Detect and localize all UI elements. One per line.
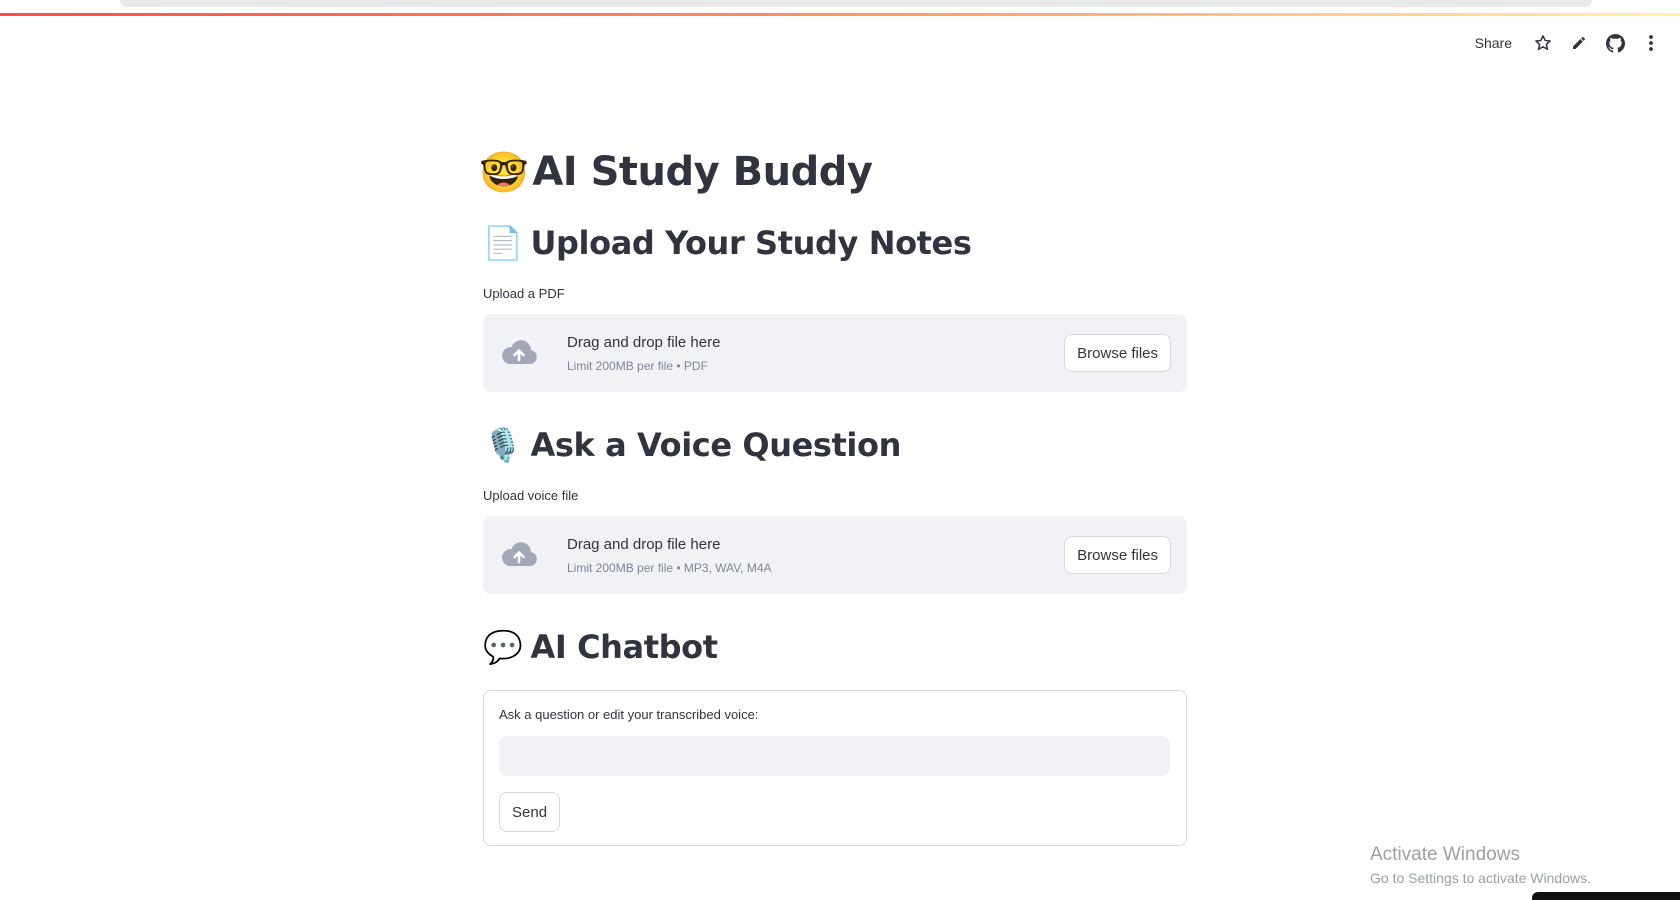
voice-browse-files-button[interactable]: Browse files xyxy=(1064,536,1171,574)
voice-file-dropzone[interactable]: Drag and drop file here Limit 200MB per … xyxy=(483,516,1187,594)
cloud-upload-icon xyxy=(502,542,537,566)
microphone-icon: 🎙️ xyxy=(483,426,523,464)
pdf-section-heading-text: Upload Your Study Notes xyxy=(530,224,972,262)
pdf-uploader-label: Upload a PDF xyxy=(483,286,565,301)
pdf-browse-files-button[interactable]: Browse files xyxy=(1064,334,1171,372)
taskbar-corner xyxy=(1532,892,1680,900)
send-button[interactable]: Send xyxy=(499,792,561,832)
github-icon[interactable] xyxy=(1600,30,1630,56)
browser-top-strip xyxy=(0,0,1680,16)
watermark-subtitle: Go to Settings to activate Windows. xyxy=(1370,870,1591,886)
star-icon[interactable] xyxy=(1528,30,1558,56)
app-toolbar: Share xyxy=(1465,30,1666,56)
chat-section-heading-text: AI Chatbot xyxy=(530,628,718,666)
pencil-icon[interactable] xyxy=(1564,30,1594,56)
page-title-text: AI Study Buddy xyxy=(532,149,873,195)
chat-section-heading: 💬 AI Chatbot xyxy=(483,622,1187,672)
chat-form: Ask a question or edit your transcribed … xyxy=(483,690,1187,846)
voice-section-heading: 🎙️ Ask a Voice Question xyxy=(483,420,1187,470)
main-content: 🤓 AI Study Buddy 📄 Upload Your Study Not… xyxy=(479,140,1187,846)
address-bar-remnant xyxy=(120,0,1592,7)
voice-limit-text: Limit 200MB per file • MP3, WAV, M4A xyxy=(567,560,772,575)
document-icon: 📄 xyxy=(483,224,523,262)
cloud-upload-icon xyxy=(502,340,537,364)
app-decoration-bar xyxy=(0,13,1680,16)
watermark-title: Activate Windows xyxy=(1370,844,1520,865)
pdf-limit-text: Limit 200MB per file • PDF xyxy=(567,358,708,373)
share-button[interactable]: Share xyxy=(1465,31,1522,55)
pdf-drop-text: Drag and drop file here xyxy=(567,333,721,351)
page-title: 🤓 AI Study Buddy xyxy=(479,140,1187,204)
voice-drop-text: Drag and drop file here xyxy=(567,535,721,553)
chat-question-input[interactable] xyxy=(499,736,1170,776)
pdf-file-dropzone[interactable]: Drag and drop file here Limit 200MB per … xyxy=(483,314,1187,392)
voice-section-heading-text: Ask a Voice Question xyxy=(530,426,901,464)
speech-bubble-icon: 💬 xyxy=(483,628,523,666)
windows-activation-watermark: Activate Windows Go to Settings to activ… xyxy=(1370,844,1591,886)
nerd-face-icon: 🤓 xyxy=(479,149,529,196)
voice-uploader-label: Upload voice file xyxy=(483,488,579,503)
pdf-section-heading: 📄 Upload Your Study Notes xyxy=(483,218,1187,268)
more-vertical-icon[interactable] xyxy=(1636,30,1666,56)
chat-input-label: Ask a question or edit your transcribed … xyxy=(499,707,759,722)
